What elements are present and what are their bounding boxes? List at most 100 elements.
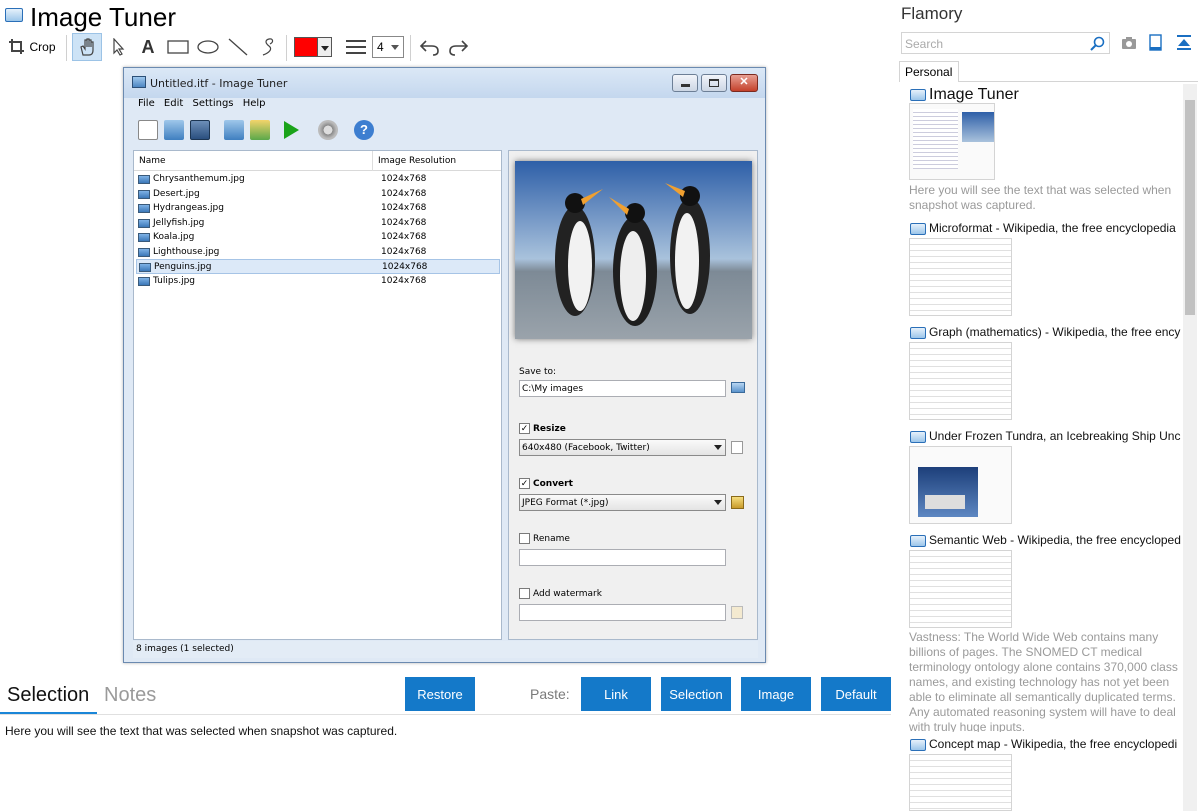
file-resolution: 1024x768	[382, 262, 428, 272]
snapshot-image[interactable]: Untitled.itf - Image Tuner ✕ File Edit S…	[123, 67, 766, 663]
collapse-panel-icon[interactable]	[1176, 34, 1192, 52]
image-file-icon	[138, 248, 150, 257]
save-to-value: C:\My images	[522, 384, 584, 394]
undo-button[interactable]	[416, 33, 442, 61]
column-resolution: Image Resolution	[378, 156, 457, 166]
image-file-icon	[138, 190, 150, 199]
image-file-icon	[138, 204, 150, 213]
file-name: Tulips.jpg	[153, 276, 196, 286]
color-swatch	[294, 37, 318, 57]
snapshot-thumbnail[interactable]	[909, 238, 1012, 316]
freehand-icon	[262, 38, 274, 56]
flamory-title: Flamory	[901, 4, 963, 23]
line-width-icon	[346, 40, 366, 54]
color-picker[interactable]	[292, 33, 334, 61]
snapshot-thumbnail[interactable]	[909, 103, 995, 180]
file-resolution: 1024x768	[381, 247, 427, 257]
file-name: Lighthouse.jpg	[153, 247, 220, 257]
convert-dropdown: JPEG Format (*.jpg)	[519, 494, 726, 511]
file-resolution: 1024x768	[381, 189, 427, 199]
snapshot-thumbnail[interactable]	[909, 446, 1012, 524]
ellipse-tool-button[interactable]	[194, 33, 222, 61]
pointer-tool-button[interactable]	[106, 33, 132, 61]
resize-dropdown: 640x480 (Facebook, Twitter)	[519, 439, 726, 456]
status-text: 8 images (1 selected)	[136, 644, 234, 654]
watermark-checkbox	[519, 588, 530, 599]
crop-icon	[9, 39, 25, 54]
tab-notes[interactable]: Notes	[104, 684, 156, 707]
file-name: Jellyfish.jpg	[153, 218, 205, 228]
window-title: Untitled.itf - Image Tuner	[150, 77, 288, 90]
selection-text: Here you will see the text that was sele…	[5, 724, 398, 738]
file-row: Tulips.jpg 1024x768	[136, 274, 500, 289]
undo-icon	[419, 40, 439, 56]
snapshot-title[interactable]: Image Tuner	[929, 86, 1181, 104]
settings-gear-icon	[318, 120, 338, 140]
file-row: Desert.jpg 1024x768	[136, 187, 500, 202]
snapshot-title[interactable]: Concept map - Wikipedia, the free encycl…	[929, 737, 1181, 751]
window-toolbar: ?	[138, 120, 418, 146]
snapshot-title[interactable]: Microformat - Wikipedia, the free encycl…	[929, 221, 1181, 235]
line-width-button[interactable]	[344, 33, 368, 61]
maximize-icon	[701, 74, 727, 92]
close-icon: ✕	[730, 74, 758, 92]
snapshot-title[interactable]: Under Frozen Tundra, an Icebreaking Ship…	[929, 429, 1181, 443]
new-file-icon	[138, 120, 158, 140]
file-list-header: Name Image Resolution	[134, 151, 501, 171]
document-icon[interactable]	[1149, 34, 1163, 52]
file-resolution: 1024x768	[381, 218, 427, 228]
snapshot-icon	[910, 739, 926, 751]
line-tool-button[interactable]	[224, 33, 252, 61]
cursor-icon	[113, 38, 125, 56]
snapshot-icon	[910, 223, 926, 235]
paste-default-button[interactable]: Default	[821, 677, 891, 711]
image-file-icon	[138, 175, 150, 184]
chevron-down-icon	[391, 45, 399, 50]
redo-button[interactable]	[446, 33, 472, 61]
menu-edit: Edit	[163, 98, 184, 109]
chevron-down-icon	[318, 37, 332, 57]
menu-settings: Settings	[192, 98, 234, 109]
file-row-selected: Penguins.jpg 1024x768	[136, 259, 500, 274]
paste-link-button[interactable]: Link	[581, 677, 651, 711]
file-resolution: 1024x768	[381, 232, 427, 242]
search-icon[interactable]	[1090, 36, 1105, 51]
tab-personal[interactable]: Personal	[899, 61, 959, 82]
line-width-dropdown[interactable]: 4	[372, 33, 404, 61]
restore-button[interactable]: Restore	[405, 677, 475, 711]
menu-help: Help	[242, 98, 266, 109]
snapshot-thumbnail[interactable]	[909, 550, 1012, 628]
snapshot-description: Here you will see the text that was sele…	[909, 183, 1172, 212]
snapshot-thumbnail[interactable]	[909, 342, 1012, 420]
tab-selection[interactable]: Selection	[7, 684, 89, 707]
crop-button[interactable]: Crop	[6, 33, 58, 61]
image-file-icon	[139, 263, 151, 272]
line-width-value: 4	[377, 40, 384, 54]
rectangle-tool-button[interactable]	[164, 33, 192, 61]
hand-icon	[80, 38, 94, 56]
window-app-icon	[132, 76, 146, 88]
resize-label: Resize	[533, 424, 566, 434]
edit-icon	[731, 441, 743, 454]
snapshot-title[interactable]: Semantic Web - Wikipedia, the free encyc…	[929, 533, 1181, 547]
search-input[interactable]: Search	[901, 32, 1110, 54]
snapshot-title[interactable]: Graph (mathematics) - Wikipedia, the fre…	[929, 325, 1181, 339]
snapshot-icon	[910, 89, 926, 101]
text-tool-button[interactable]: A	[135, 33, 161, 61]
scrollbar-thumb[interactable]	[1185, 100, 1195, 315]
rename-field	[519, 549, 726, 566]
window-menubar: File Edit Settings Help	[138, 98, 272, 109]
image-file-icon	[138, 233, 150, 242]
file-row: Lighthouse.jpg 1024x768	[136, 245, 500, 260]
app-icon	[5, 8, 23, 22]
paste-image-button[interactable]: Image	[741, 677, 811, 711]
hand-tool-button[interactable]	[72, 33, 102, 61]
paste-selection-button[interactable]: Selection	[661, 677, 731, 711]
camera-icon[interactable]	[1121, 36, 1137, 50]
freehand-tool-button[interactable]	[254, 33, 282, 61]
format-settings-icon	[731, 496, 744, 509]
browse-folder-icon	[731, 382, 745, 393]
run-icon	[284, 121, 299, 139]
snapshot-thumbnail[interactable]	[909, 754, 1012, 811]
paste-label: Paste:	[530, 686, 570, 702]
